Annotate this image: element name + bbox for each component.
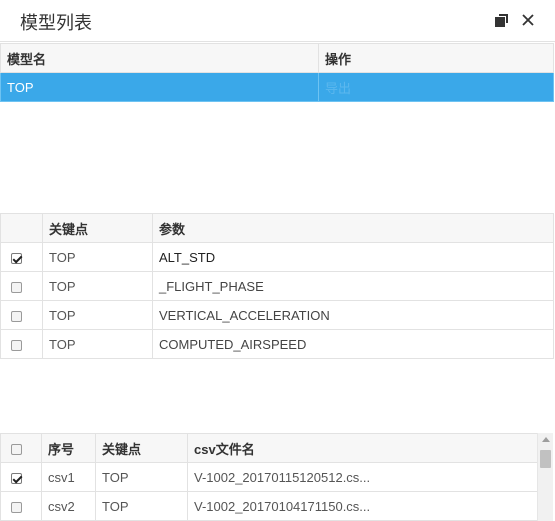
select-all-checkbox[interactable] [11,443,22,455]
seq-cell: csv1 [41,462,96,492]
row-checkbox[interactable] [11,252,22,264]
key-point-cell: TOP [95,491,188,521]
key-param-table: 关键点 参数 TOP ALT_STD TOP _FLIGHT_PHASE TOP… [0,213,554,359]
row-checkbox[interactable] [11,501,22,513]
column-header-key-point[interactable]: 关键点 [95,433,188,463]
table-row[interactable]: TOP _FLIGHT_PHASE [0,271,554,301]
csv-file-cell: V-1002_20170104171150.cs... [187,491,538,521]
row-checkbox-cell [0,242,43,272]
column-header-csv-file[interactable]: csv文件名 [187,433,538,463]
export-link[interactable]: 导出 [325,81,351,96]
close-icon[interactable] [519,11,537,29]
restore-window-icon[interactable] [493,12,511,30]
table-row[interactable]: TOP COMPUTED_AIRSPEED [0,329,554,359]
seq-cell: csv2 [41,491,96,521]
csv-table-header: 序号 关键点 csv文件名 [0,433,538,463]
row-checkbox-cell [0,329,43,359]
param-cell: _FLIGHT_PHASE [152,271,554,301]
column-header-param[interactable]: 参数 [152,213,554,243]
csv-table: 序号 关键点 csv文件名 csv1 TOP V-1002_2017011512… [0,433,538,521]
window-title: 模型列表 [20,13,92,33]
param-cell: COMPUTED_AIRSPEED [152,329,554,359]
key-table-header: 关键点 参数 [0,213,554,243]
key-point-cell: TOP [42,271,153,301]
column-header-model-name[interactable]: 模型名 [0,43,319,73]
row-checkbox-cell [0,462,42,492]
column-header-seq[interactable]: 序号 [41,433,96,463]
select-all-cell [0,433,42,463]
table-row[interactable]: TOP VERTICAL_ACCELERATION [0,300,554,330]
model-row[interactable]: TOP 导出 [0,72,554,102]
model-action-cell: 导出 [318,72,554,102]
model-name-cell[interactable]: TOP [0,72,319,102]
row-checkbox[interactable] [11,310,22,322]
column-header-action[interactable]: 操作 [318,43,554,73]
table-row[interactable]: csv2 TOP V-1002_20170104171150.cs... [0,491,538,521]
scroll-thumb[interactable] [540,450,551,468]
column-header-select [0,213,43,243]
row-checkbox[interactable] [11,281,22,293]
key-point-cell: TOP [42,242,153,272]
row-checkbox-cell [0,491,42,521]
column-header-key-point[interactable]: 关键点 [42,213,153,243]
row-checkbox-cell [0,300,43,330]
scroll-up-arrow-icon[interactable] [542,437,550,442]
row-checkbox-cell [0,271,43,301]
key-point-cell: TOP [42,300,153,330]
row-checkbox[interactable] [11,472,22,484]
key-point-cell: TOP [42,329,153,359]
param-cell: ALT_STD [152,242,554,272]
table-row[interactable]: csv1 TOP V-1002_20170115120512.cs... [0,462,538,492]
row-checkbox[interactable] [11,339,22,351]
window-titlebar: 模型列表 [0,0,555,42]
key-point-cell: TOP [95,462,188,492]
param-cell: VERTICAL_ACCELERATION [152,300,554,330]
csv-file-cell: V-1002_20170115120512.cs... [187,462,538,492]
model-table-header: 模型名 操作 [0,43,554,73]
table-row[interactable]: TOP ALT_STD [0,242,554,272]
csv-table-scrollbar[interactable] [537,433,553,521]
model-table: 模型名 操作 TOP 导出 [0,43,554,102]
